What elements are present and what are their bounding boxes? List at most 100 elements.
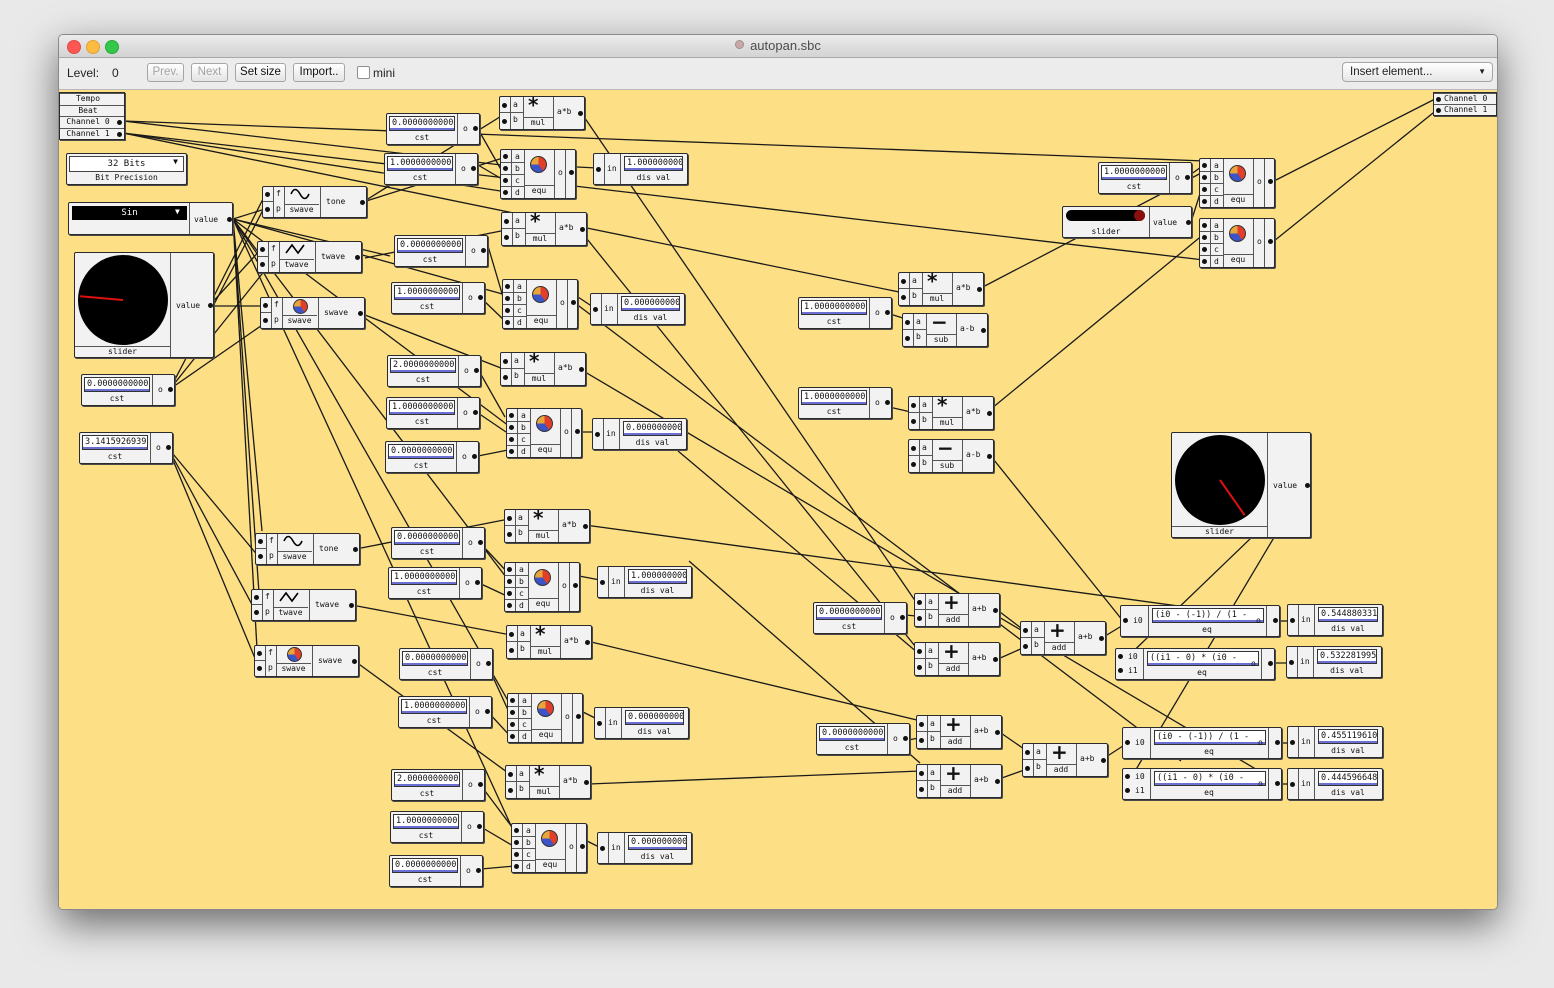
constant-node[interactable]: 1.0000000000 cst o xyxy=(384,153,478,185)
expression-in-pin[interactable] xyxy=(1123,618,1128,623)
op-out-pin[interactable] xyxy=(583,524,588,529)
expression-out-pin[interactable] xyxy=(1275,781,1280,786)
dial-knob[interactable] xyxy=(78,255,168,345)
slider-thumb[interactable] xyxy=(1134,210,1145,221)
op-in-pin[interactable] xyxy=(507,532,512,537)
op-out-pin[interactable] xyxy=(987,454,992,459)
expression-field[interactable]: ((i1 - 0) * (i0 - xyxy=(1154,771,1266,786)
equ-in-pin[interactable] xyxy=(1202,199,1207,204)
wave-type-dropdown[interactable]: Sin xyxy=(72,206,187,220)
display-in-pin[interactable] xyxy=(1290,618,1295,623)
op-out-pin[interactable] xyxy=(580,227,585,232)
constant-out-pin[interactable] xyxy=(903,736,908,741)
constant-node[interactable]: 1.0000000000 cst o xyxy=(798,297,892,329)
wave-in-pin[interactable] xyxy=(257,651,262,656)
add-node[interactable]: a b + add a+b xyxy=(914,592,1000,627)
import-button[interactable]: Import.. xyxy=(293,63,345,82)
constant-value-field[interactable]: 2.0000000000 xyxy=(394,772,460,787)
wave-generator-node[interactable]: f p swave tone xyxy=(262,186,367,218)
expression-node[interactable]: i0 (i0 - (-1)) / (1 - eq o xyxy=(1120,605,1280,637)
op-in-pin[interactable] xyxy=(917,665,922,670)
op-in-pin[interactable] xyxy=(905,320,910,325)
wave-generator-node[interactable]: f p twave twave xyxy=(257,241,362,273)
slider-track[interactable] xyxy=(1066,210,1145,221)
op-in-pin[interactable] xyxy=(917,600,922,605)
constant-value-field[interactable]: 0.0000000000 xyxy=(397,238,463,253)
expression-in-pin[interactable] xyxy=(1125,740,1130,745)
wave-out-pin[interactable] xyxy=(355,255,360,260)
equ-in-pin[interactable] xyxy=(507,591,512,596)
value-out-pin[interactable] xyxy=(1186,220,1191,225)
op-in-pin[interactable] xyxy=(509,632,514,637)
equalizer-node[interactable]: a b c d equ o xyxy=(502,279,578,329)
op-in-pin[interactable] xyxy=(901,295,906,300)
constant-node[interactable]: 0.0000000000 cst o xyxy=(386,113,480,145)
equ-in-pin[interactable] xyxy=(514,864,519,869)
wave-in-pin[interactable] xyxy=(265,192,270,197)
equ-in-pin[interactable] xyxy=(507,579,512,584)
display-in-pin[interactable] xyxy=(1290,740,1295,745)
op-out-pin[interactable] xyxy=(584,780,589,785)
op-in-pin[interactable] xyxy=(502,103,507,108)
op-out-pin[interactable] xyxy=(987,411,992,416)
constant-value-field[interactable]: 0.0000000000 xyxy=(819,726,885,741)
expression-field[interactable]: (i0 - (-1)) / (1 - xyxy=(1152,608,1264,623)
right-dial-slider[interactable]: slider value xyxy=(1171,432,1311,538)
add-node[interactable]: a b + add a+b xyxy=(914,641,1000,676)
op-in-pin[interactable] xyxy=(901,279,906,284)
subtract-node[interactable]: a b − sub a-b xyxy=(902,312,988,347)
constant-value-field[interactable]: 1.0000000000 xyxy=(394,285,460,300)
bit-precision-selector[interactable]: 32 Bits ▼ Bit Precision xyxy=(66,153,187,185)
multiply-node[interactable]: a b * mul a*b xyxy=(505,764,591,799)
op-in-pin[interactable] xyxy=(911,403,916,408)
op-out-pin[interactable] xyxy=(579,367,584,372)
display-in-pin[interactable] xyxy=(600,580,605,585)
equ-in-pin[interactable] xyxy=(505,320,510,325)
equ-in-pin[interactable] xyxy=(1202,163,1207,168)
op-in-pin[interactable] xyxy=(1023,628,1028,633)
equ-in-pin[interactable] xyxy=(507,603,512,608)
constant-node[interactable]: 0.0000000000 cst o xyxy=(813,602,907,634)
equalizer-node[interactable]: a b c d equ o xyxy=(1199,218,1275,268)
wave-out-pin[interactable] xyxy=(358,311,363,316)
equ-out-pin[interactable] xyxy=(575,429,580,434)
wave-generator-node[interactable]: f p swave tone xyxy=(255,533,360,565)
constant-node[interactable]: 1.0000000000 cst o xyxy=(1098,162,1192,194)
constant-out-pin[interactable] xyxy=(478,540,483,545)
equ-in-pin[interactable] xyxy=(510,698,515,703)
expression-node[interactable]: i0 (i0 - (-1)) / (1 - eq o xyxy=(1122,727,1282,759)
dial-knob[interactable] xyxy=(1175,435,1265,525)
op-out-pin[interactable] xyxy=(578,111,583,116)
constant-out-pin[interactable] xyxy=(471,166,476,171)
equ-out-pin[interactable] xyxy=(580,844,585,849)
equ-in-pin[interactable] xyxy=(510,734,515,739)
op-out-pin[interactable] xyxy=(981,328,986,333)
op-out-pin[interactable] xyxy=(993,608,998,613)
op-out-pin[interactable] xyxy=(585,640,590,645)
constant-node[interactable]: 1.0000000000 cst o xyxy=(391,282,485,314)
wave-in-pin[interactable] xyxy=(260,262,265,267)
insert-element-select[interactable]: Insert element... ▼ xyxy=(1342,62,1493,82)
expression-in-pin[interactable] xyxy=(1125,788,1130,793)
set-size-button[interactable]: Set size xyxy=(235,63,286,82)
display-in-pin[interactable] xyxy=(600,846,605,851)
equ-in-pin[interactable] xyxy=(505,296,510,301)
constant-out-pin[interactable] xyxy=(474,368,479,373)
left-dial-slider[interactable]: slider value xyxy=(74,252,214,358)
value-out-pin[interactable] xyxy=(1305,483,1310,488)
equ-in-pin[interactable] xyxy=(1202,247,1207,252)
op-in-pin[interactable] xyxy=(508,788,513,793)
horizontal-slider[interactable]: slider value xyxy=(1062,206,1192,238)
wave-generator-node[interactable]: f p swave swave xyxy=(260,297,365,329)
wave-in-pin[interactable] xyxy=(263,303,268,308)
equ-out-pin[interactable] xyxy=(1268,239,1273,244)
op-in-pin[interactable] xyxy=(919,787,924,792)
equ-in-pin[interactable] xyxy=(503,154,508,159)
constant-node[interactable]: 0.0000000000 cst o xyxy=(816,723,910,755)
value-out-pin[interactable] xyxy=(208,303,213,308)
equ-in-pin[interactable] xyxy=(509,425,514,430)
op-in-pin[interactable] xyxy=(509,648,514,653)
input-channel-pin[interactable] xyxy=(117,120,122,125)
constant-node[interactable]: 0.0000000000 cst o xyxy=(394,235,488,267)
constant-value-field[interactable]: 0.0000000000 xyxy=(392,858,458,873)
